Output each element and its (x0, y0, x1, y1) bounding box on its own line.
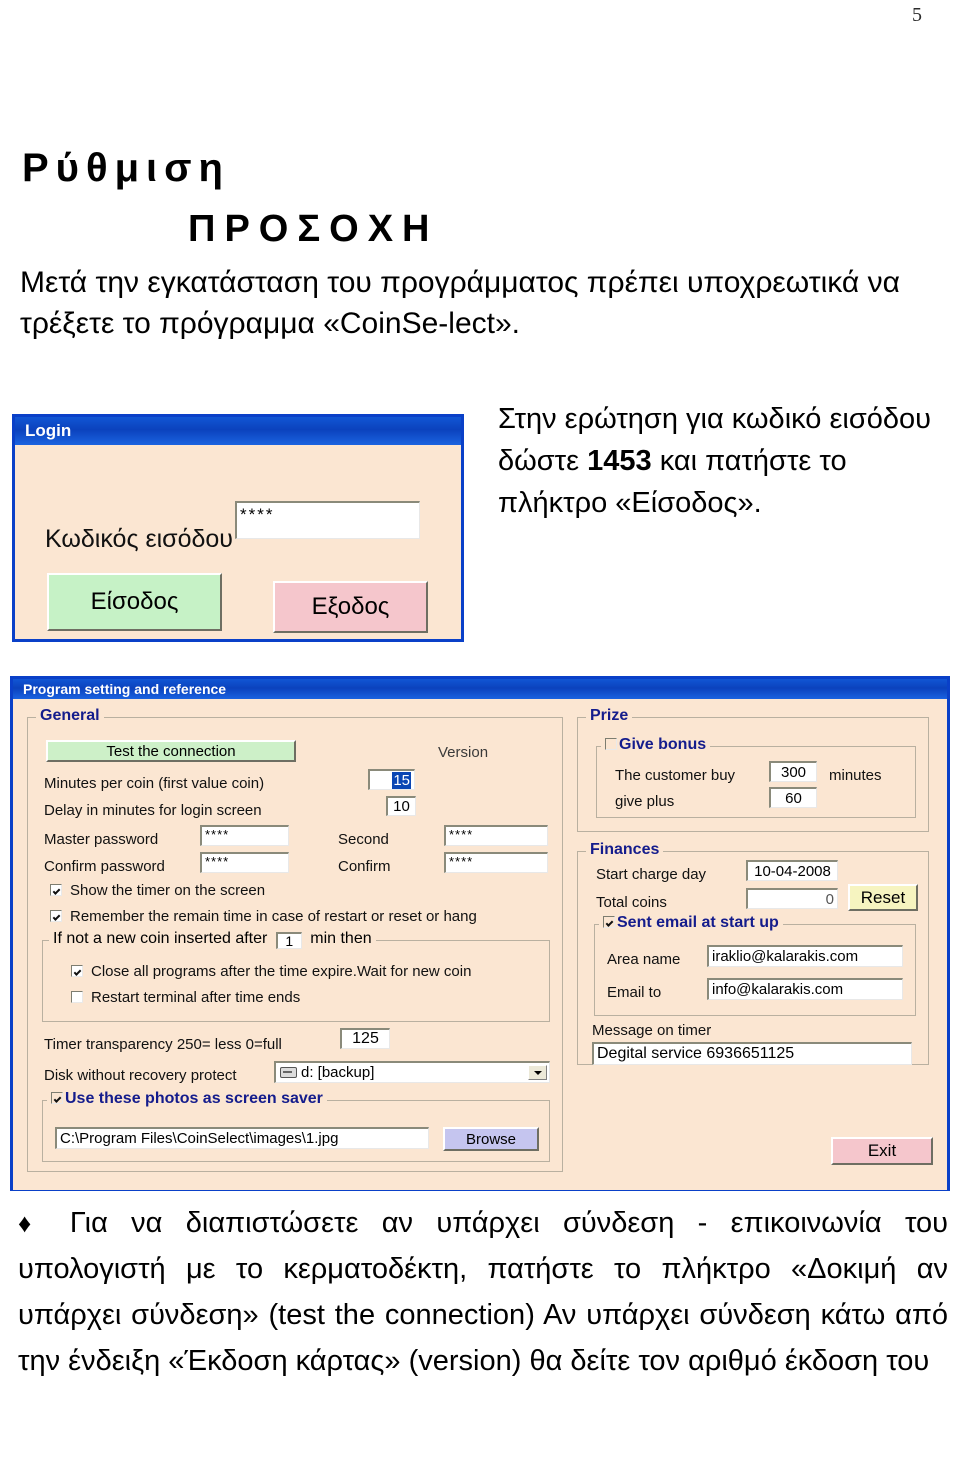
email-to-label: Email to (607, 984, 662, 1001)
login-window: Login Κωδικός εισόδου **** Είσοδος Εξοδο… (12, 414, 464, 642)
second-password-input[interactable]: **** (444, 825, 548, 846)
minutes-per-coin-label: Minutes per coin (first value coin) (44, 775, 265, 792)
close-programs-label: Close all programs after the time expire… (91, 963, 472, 980)
login-titlebar: Login (15, 417, 461, 445)
screensaver-group: Use these photos as screen saver C:\Prog… (42, 1090, 550, 1162)
email-to-input[interactable]: info@kalarakis.com (707, 978, 903, 1000)
timer-transparency-label: Timer transparency 250= less 0=full (44, 1036, 282, 1053)
remember-time-label: Remember the remain time in case of rest… (70, 908, 477, 925)
settings-titlebar: Program setting and reference (13, 679, 947, 699)
show-timer-checkbox[interactable] (50, 884, 62, 896)
test-connection-button[interactable]: Test the connection (46, 740, 296, 762)
sent-email-group: Sent email at start up Area name iraklio… (594, 914, 916, 1016)
give-plus-label: give plus (615, 793, 675, 810)
password-label: Κωδικός εισόδου (45, 525, 233, 553)
settings-exit-button[interactable]: Exit (831, 1137, 933, 1165)
coin-timeout-post: min then (310, 930, 372, 947)
coin-timeout-input[interactable]: 1 (275, 932, 302, 949)
page-title: Ρύθμιση (22, 146, 230, 190)
message-on-timer-label: Message on timer (592, 1022, 712, 1039)
close-programs-checkbox[interactable] (71, 965, 83, 977)
password-input[interactable]: **** (235, 501, 420, 539)
restart-terminal-checkbox[interactable] (71, 991, 83, 1003)
settings-window: Program setting and reference General Te… (10, 676, 950, 1191)
screensaver-checkbox[interactable] (51, 1092, 63, 1104)
total-coins-input[interactable]: 0 (746, 888, 838, 909)
sent-email-checkbox[interactable] (603, 916, 615, 928)
prize-group: Prize Give bonus The customer buy 300 mi… (577, 707, 929, 832)
confirm-password-label: Confirm password (44, 858, 165, 875)
reset-button[interactable]: Reset (848, 884, 918, 911)
finances-group: Finances Start charge day 10-04-2008 Tot… (577, 841, 929, 1065)
delay-login-label: Delay in minutes for login screen (44, 802, 262, 819)
confirm-second-input[interactable]: **** (444, 852, 548, 873)
area-name-input[interactable]: iraklio@kalarakis.com (707, 945, 903, 967)
customer-buy-input[interactable]: 300 (769, 761, 817, 782)
customer-buy-label: The customer buy (615, 767, 736, 784)
show-timer-label: Show the timer on the screen (70, 882, 266, 899)
finances-group-label: Finances (586, 841, 664, 859)
disk-select-value: d: [backup] (301, 1064, 375, 1081)
area-name-label: Area name (607, 951, 681, 968)
disk-select[interactable]: d: [backup] (274, 1061, 550, 1083)
total-coins-label: Total coins (596, 894, 667, 911)
start-charge-label: Start charge day (596, 866, 707, 883)
bullet-icon: ♦ (18, 1208, 47, 1238)
settings-window-title: Program setting and reference (23, 681, 227, 697)
give-bonus-legend: Give bonus (601, 736, 711, 754)
message-on-timer-input[interactable]: Degital service 6936651125 (592, 1042, 912, 1065)
minutes-per-coin-value: 15 (392, 771, 411, 789)
disk-drive-icon (280, 1067, 297, 1078)
coin-timeout-group: If not a new coin inserted after 1 min t… (42, 930, 550, 1022)
give-bonus-group: Give bonus The customer buy 300 minutes … (596, 736, 916, 818)
bottom-paragraph-text: Για να διαπιστώσετε αν υπάρχει σύνδεση -… (18, 1207, 948, 1377)
coin-timeout-pre: If not a new coin inserted after (53, 930, 268, 947)
login-code: 1453 (587, 445, 652, 477)
coin-timeout-legend: If not a new coin inserted after 1 min t… (49, 930, 376, 949)
confirm-password-input[interactable]: **** (200, 852, 289, 873)
give-plus-input[interactable]: 60 (769, 787, 817, 808)
login-window-title: Login (25, 421, 72, 440)
delay-login-input[interactable]: 10 (386, 796, 416, 816)
confirm-second-label: Confirm (338, 858, 391, 875)
photo-path-input[interactable]: C:\Program Files\CoinSelect\images\1.jpg (55, 1127, 429, 1149)
general-group: General Test the connection Version Minu… (27, 707, 563, 1172)
second-password-label: Second (338, 831, 389, 848)
login-submit-button[interactable]: Είσοδος (47, 573, 222, 631)
page-number: 5 (912, 4, 922, 26)
intro-paragraph: Μετά την εγκατάσταση του προγράμματος πρ… (20, 266, 900, 340)
prize-group-label: Prize (586, 707, 633, 725)
restart-terminal-label: Restart terminal after time ends (91, 989, 301, 1006)
login-exit-button[interactable]: Εξοδος (273, 581, 428, 633)
master-password-input[interactable]: **** (200, 825, 289, 846)
minutes-unit-label: minutes (829, 767, 882, 784)
settings-client-area: General Test the connection Version Minu… (13, 699, 947, 1190)
minutes-per-coin-input[interactable]: 15 (368, 769, 415, 790)
remember-time-checkbox[interactable] (50, 910, 62, 922)
login-instruction-paragraph: Στην ερώτηση για κωδικό εισόδου δώστε 14… (498, 398, 938, 524)
sent-email-legend: Sent email at start up (599, 914, 783, 932)
browse-button[interactable]: Browse (443, 1127, 539, 1151)
timer-transparency-input[interactable]: 125 (340, 1028, 390, 1049)
bottom-paragraph: ♦ Για να διαπιστώσετε αν υπάρχει σύνδεση… (18, 1200, 948, 1384)
start-charge-input[interactable]: 10-04-2008 (746, 860, 838, 881)
login-client-area: Κωδικός εισόδου **** Είσοδος Εξοδος (15, 445, 461, 639)
give-bonus-checkbox[interactable] (605, 738, 617, 750)
version-label: Version (438, 744, 489, 761)
attention-heading: ΠΡΟΣΟΧΗ (188, 208, 439, 250)
disk-protect-label: Disk without recovery protect (44, 1067, 237, 1084)
master-password-label: Master password (44, 831, 159, 848)
screensaver-legend: Use these photos as screen saver (47, 1090, 327, 1108)
general-group-label: General (36, 707, 104, 725)
chevron-down-icon[interactable] (528, 1065, 547, 1080)
